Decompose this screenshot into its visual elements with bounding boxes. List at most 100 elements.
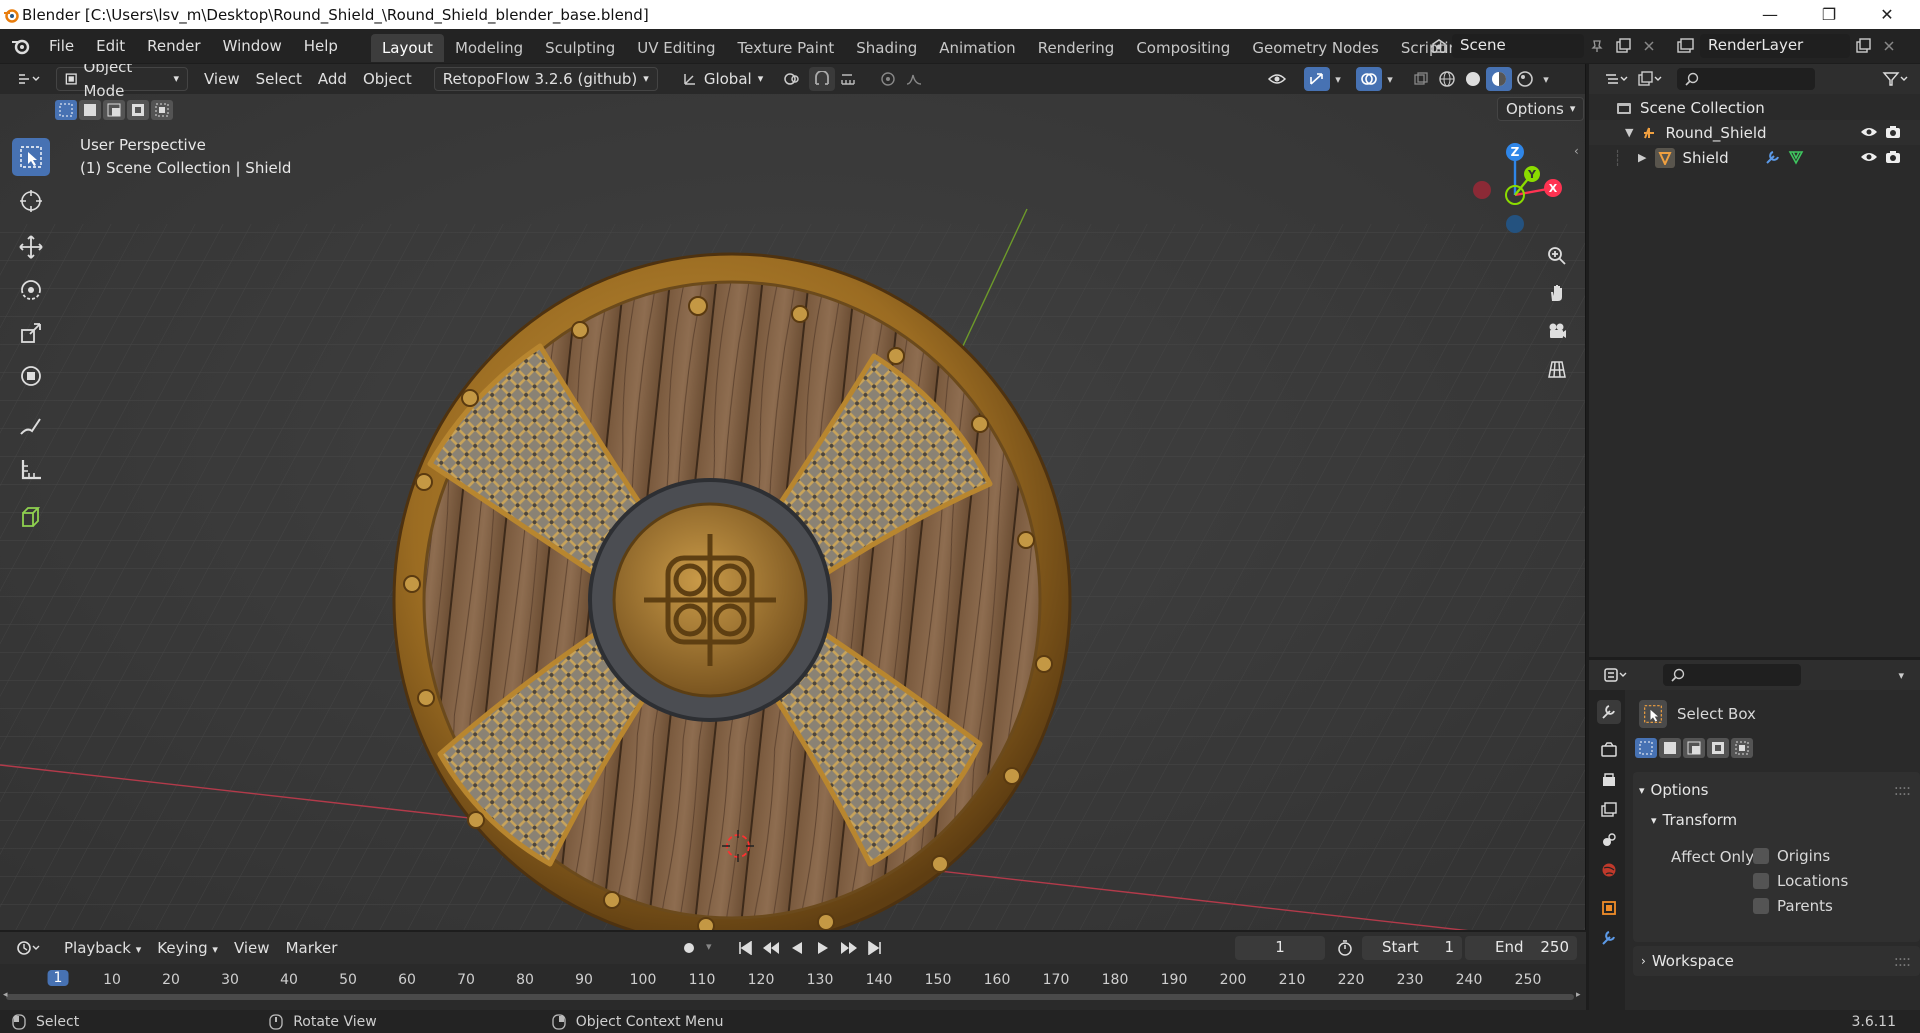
keying-menu[interactable]: Keying ▾ (149, 936, 226, 960)
workspace-section-header[interactable]: › Workspace :::: (1633, 947, 1920, 975)
mode-dropdown[interactable]: Object Mode ▾ (56, 64, 188, 100)
menu-window[interactable]: Window (212, 29, 293, 63)
select-intersect-icon[interactable] (1731, 738, 1753, 758)
select-subtract-icon[interactable] (1683, 738, 1705, 758)
stopwatch-icon[interactable] (1332, 936, 1358, 960)
display-mode-icon[interactable] (1633, 67, 1667, 91)
modifier-wrench-icon[interactable] (1764, 149, 1782, 165)
close-button[interactable]: ✕ (1864, 0, 1910, 29)
select-extend-icon[interactable] (79, 100, 101, 120)
viewport-menu-view[interactable]: View (196, 67, 248, 91)
retopoflow-dropdown[interactable]: RetopoFlow 3.2.6 (github) ▾ (433, 67, 658, 91)
pin-icon[interactable] (1584, 34, 1610, 58)
play-icon[interactable] (810, 936, 836, 960)
viewport-menu-object[interactable]: Object (355, 67, 420, 91)
new-render-layer-icon[interactable] (1850, 34, 1876, 58)
new-scene-icon[interactable] (1610, 34, 1636, 58)
jump-keyframe-forward-icon[interactable] (836, 936, 862, 960)
cursor-tool[interactable] (12, 182, 50, 220)
properties-editor-icon[interactable] (1599, 663, 1633, 687)
start-frame-field[interactable]: Start 1 (1362, 936, 1462, 960)
viewport-menu-select[interactable]: Select (248, 67, 310, 91)
tab-sculpting[interactable]: Sculpting (534, 34, 626, 62)
scale-tool[interactable] (12, 314, 50, 352)
mesh-data-icon[interactable] (1788, 149, 1804, 165)
select-invert-icon[interactable] (127, 100, 149, 120)
origins-checkbox-row[interactable]: Origins (1753, 847, 1830, 865)
eye-icon[interactable] (1860, 125, 1878, 139)
overlays-toggle-icon[interactable] (1356, 67, 1382, 91)
chevron-down-icon[interactable]: ▾ (1330, 67, 1346, 91)
delete-scene-icon[interactable] (1636, 34, 1662, 58)
view-layer-tab-icon[interactable] (1597, 798, 1621, 822)
chevron-down-icon[interactable]: ▾ (1538, 67, 1554, 91)
jump-keyframe-back-icon[interactable] (758, 936, 784, 960)
scene-tab-icon[interactable] (1597, 828, 1621, 852)
scroll-left-icon[interactable]: ◂ (3, 990, 8, 1000)
outliner-search-input[interactable] (1677, 68, 1815, 90)
select-subtract-icon[interactable] (103, 100, 125, 120)
object-tab-icon[interactable] (1597, 896, 1621, 920)
select-intersect-icon[interactable] (151, 100, 173, 120)
editor-type-icon[interactable] (12, 67, 46, 91)
outliner-row-shield[interactable]: ┊ ▶ Shield (1589, 145, 1920, 170)
locations-checkbox-row[interactable]: Locations (1753, 872, 1848, 890)
snap-increment-icon[interactable] (835, 67, 861, 91)
collapse-arrow-icon[interactable]: ‹ (1574, 144, 1579, 158)
wireframe-shading-icon[interactable] (1434, 67, 1460, 91)
select-extend-icon[interactable] (1659, 738, 1681, 758)
timeline-view-menu[interactable]: View (226, 936, 278, 960)
outliner-editor-icon[interactable] (1599, 67, 1633, 91)
eye-icon[interactable] (1860, 150, 1878, 164)
viewport-menu-add[interactable]: Add (310, 67, 355, 91)
scroll-right-icon[interactable]: ▸ (1576, 990, 1581, 1000)
parents-checkbox-row[interactable]: Parents (1753, 897, 1833, 915)
properties-search-input[interactable] (1663, 664, 1801, 686)
select-new-icon[interactable] (1635, 738, 1657, 758)
parents-checkbox[interactable] (1753, 898, 1769, 914)
orientation-dropdown[interactable]: Global ▾ (674, 67, 771, 91)
move-tool[interactable] (12, 228, 50, 266)
origins-checkbox[interactable] (1753, 848, 1769, 864)
world-tab-icon[interactable] (1597, 858, 1621, 882)
options-dropdown[interactable]: Options ▾ (1497, 97, 1585, 121)
gizmo-toggle-icon[interactable] (1304, 67, 1330, 91)
play-reverse-icon[interactable] (784, 936, 810, 960)
render-camera-icon[interactable] (1885, 149, 1901, 165)
modifiers-tab-icon[interactable] (1597, 926, 1621, 950)
navigation-gizmo[interactable]: Z Y X (1470, 140, 1570, 240)
pivot-point-icon[interactable] (779, 67, 805, 91)
options-section-header[interactable]: ▾ Options :::: (1633, 776, 1920, 804)
end-frame-field[interactable]: End 250 (1465, 936, 1577, 960)
3d-viewport[interactable]: Object Mode ▾ View Select Add Object Ret… (0, 64, 1586, 930)
timeline-editor-icon[interactable] (12, 936, 46, 960)
auto-keying-icon[interactable] (676, 936, 702, 960)
tab-geometry-nodes[interactable]: Geometry Nodes (1241, 34, 1390, 62)
drag-handle-icon[interactable]: :::: (1894, 952, 1911, 970)
timeline-scrollbar[interactable] (6, 994, 1574, 1000)
pan-button[interactable] (1541, 277, 1573, 309)
rendered-shading-icon[interactable] (1512, 67, 1538, 91)
menu-help[interactable]: Help (293, 29, 349, 63)
ortho-toggle-button[interactable] (1541, 353, 1573, 385)
material-preview-icon[interactable] (1486, 67, 1512, 91)
tab-layout[interactable]: Layout (370, 34, 444, 62)
marker-menu[interactable]: Marker (278, 936, 346, 960)
camera-view-button[interactable] (1541, 315, 1573, 347)
rotate-tool[interactable] (12, 271, 50, 309)
annotate-tool[interactable] (12, 407, 50, 445)
tab-rendering[interactable]: Rendering (1027, 34, 1126, 62)
transform-tool[interactable] (12, 357, 50, 395)
tab-compositing[interactable]: Compositing (1125, 34, 1241, 62)
current-frame-field[interactable]: 1 (1235, 936, 1325, 960)
select-box-tool[interactable] (12, 138, 50, 176)
scene-icon[interactable] (1426, 34, 1452, 58)
outliner-row-scene-collection[interactable]: Scene Collection (1589, 95, 1920, 120)
select-new-icon[interactable] (55, 100, 77, 120)
tab-uv-editing[interactable]: UV Editing (626, 34, 726, 62)
tab-texture-paint[interactable]: Texture Paint (726, 34, 845, 62)
chevron-down-icon[interactable]: ▾ (706, 940, 712, 953)
proportional-edit-icon[interactable] (875, 67, 901, 91)
tab-modeling[interactable]: Modeling (444, 34, 534, 62)
tab-shading[interactable]: Shading (845, 34, 928, 62)
